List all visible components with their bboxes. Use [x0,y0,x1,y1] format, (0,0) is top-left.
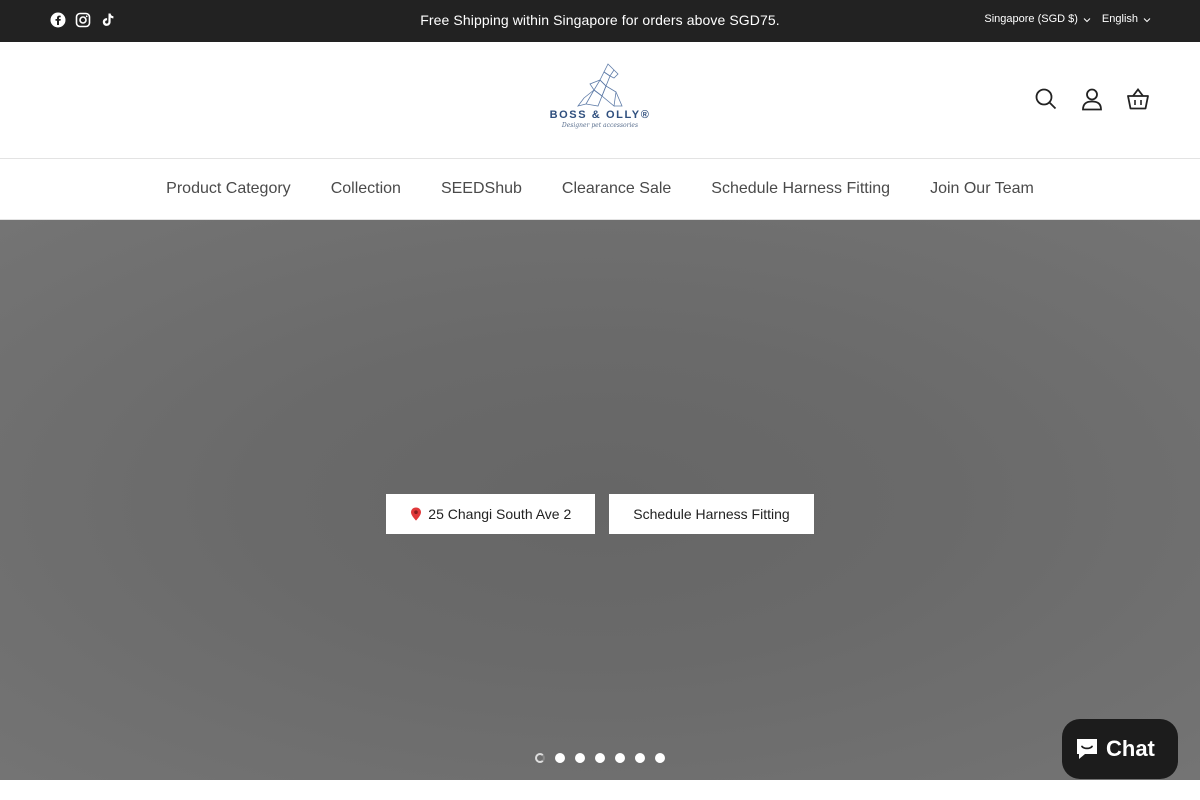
dog-logo-icon [577,63,623,107]
chat-button[interactable]: Chat [1062,719,1178,779]
brand-logo[interactable]: BOSS & OLLY® Designer pet accessories [546,62,654,138]
site-header: BOSS & OLLY® Designer pet accessories [0,42,1200,158]
search-icon[interactable] [1034,87,1058,111]
main-nav: Product Category Collection SEEDShub Cle… [0,158,1200,220]
nav-item-seedshub[interactable]: SEEDShub [441,180,522,198]
cart-icon[interactable] [1126,87,1150,111]
chevron-down-icon [1143,16,1151,23]
locale-selectors: Singapore (SGD $) English [984,13,1151,25]
chat-label: Chat [1106,736,1155,761]
slide-indicators [0,753,1200,763]
language-selector[interactable]: English [1101,13,1151,25]
nav-item-clearance-sale[interactable]: Clearance Sale [562,180,671,198]
nav-item-join-our-team[interactable]: Join Our Team [930,180,1034,198]
logo-wordmark: BOSS & OLLY® [546,109,654,121]
slide-dot-6[interactable] [635,753,645,763]
location-button[interactable]: 25 Changi South Ave 2 [386,494,596,534]
slide-dot-5[interactable] [615,753,625,763]
nav-item-schedule-harness-fitting[interactable]: Schedule Harness Fitting [711,180,890,198]
logo-tagline: Designer pet accessories [561,122,639,129]
nav-item-product-category[interactable]: Product Category [166,180,291,198]
nav-item-collection[interactable]: Collection [331,180,401,198]
hero-slideshow: 25 Changi South Ave 2 Schedule Harness F… [0,220,1200,780]
slide-dot-4[interactable] [595,753,605,763]
account-icon[interactable] [1080,87,1104,111]
slide-dot-2[interactable] [555,753,565,763]
chevron-down-icon [1083,16,1091,23]
location-label: 25 Changi South Ave 2 [428,506,572,522]
chat-bubble-icon [1074,736,1100,762]
slide-dot-7[interactable] [655,753,665,763]
country-label: Singapore (SGD $) [984,13,1078,25]
schedule-fitting-label: Schedule Harness Fitting [633,506,790,522]
hero-buttons: 25 Changi South Ave 2 Schedule Harness F… [0,494,1200,534]
slide-dot-3[interactable] [575,753,585,763]
logo-registered-mark: ® [640,109,651,121]
slide-dot-1[interactable] [535,753,545,763]
schedule-fitting-button[interactable]: Schedule Harness Fitting [609,494,814,534]
country-selector[interactable]: Singapore (SGD $) [984,13,1091,25]
header-actions [1034,87,1150,111]
logo-name: BOSS & OLLY [549,109,641,121]
announcement-bar: Free Shipping within Singapore for order… [0,0,1200,42]
map-pin-icon [410,507,424,521]
language-label: English [1101,13,1138,25]
